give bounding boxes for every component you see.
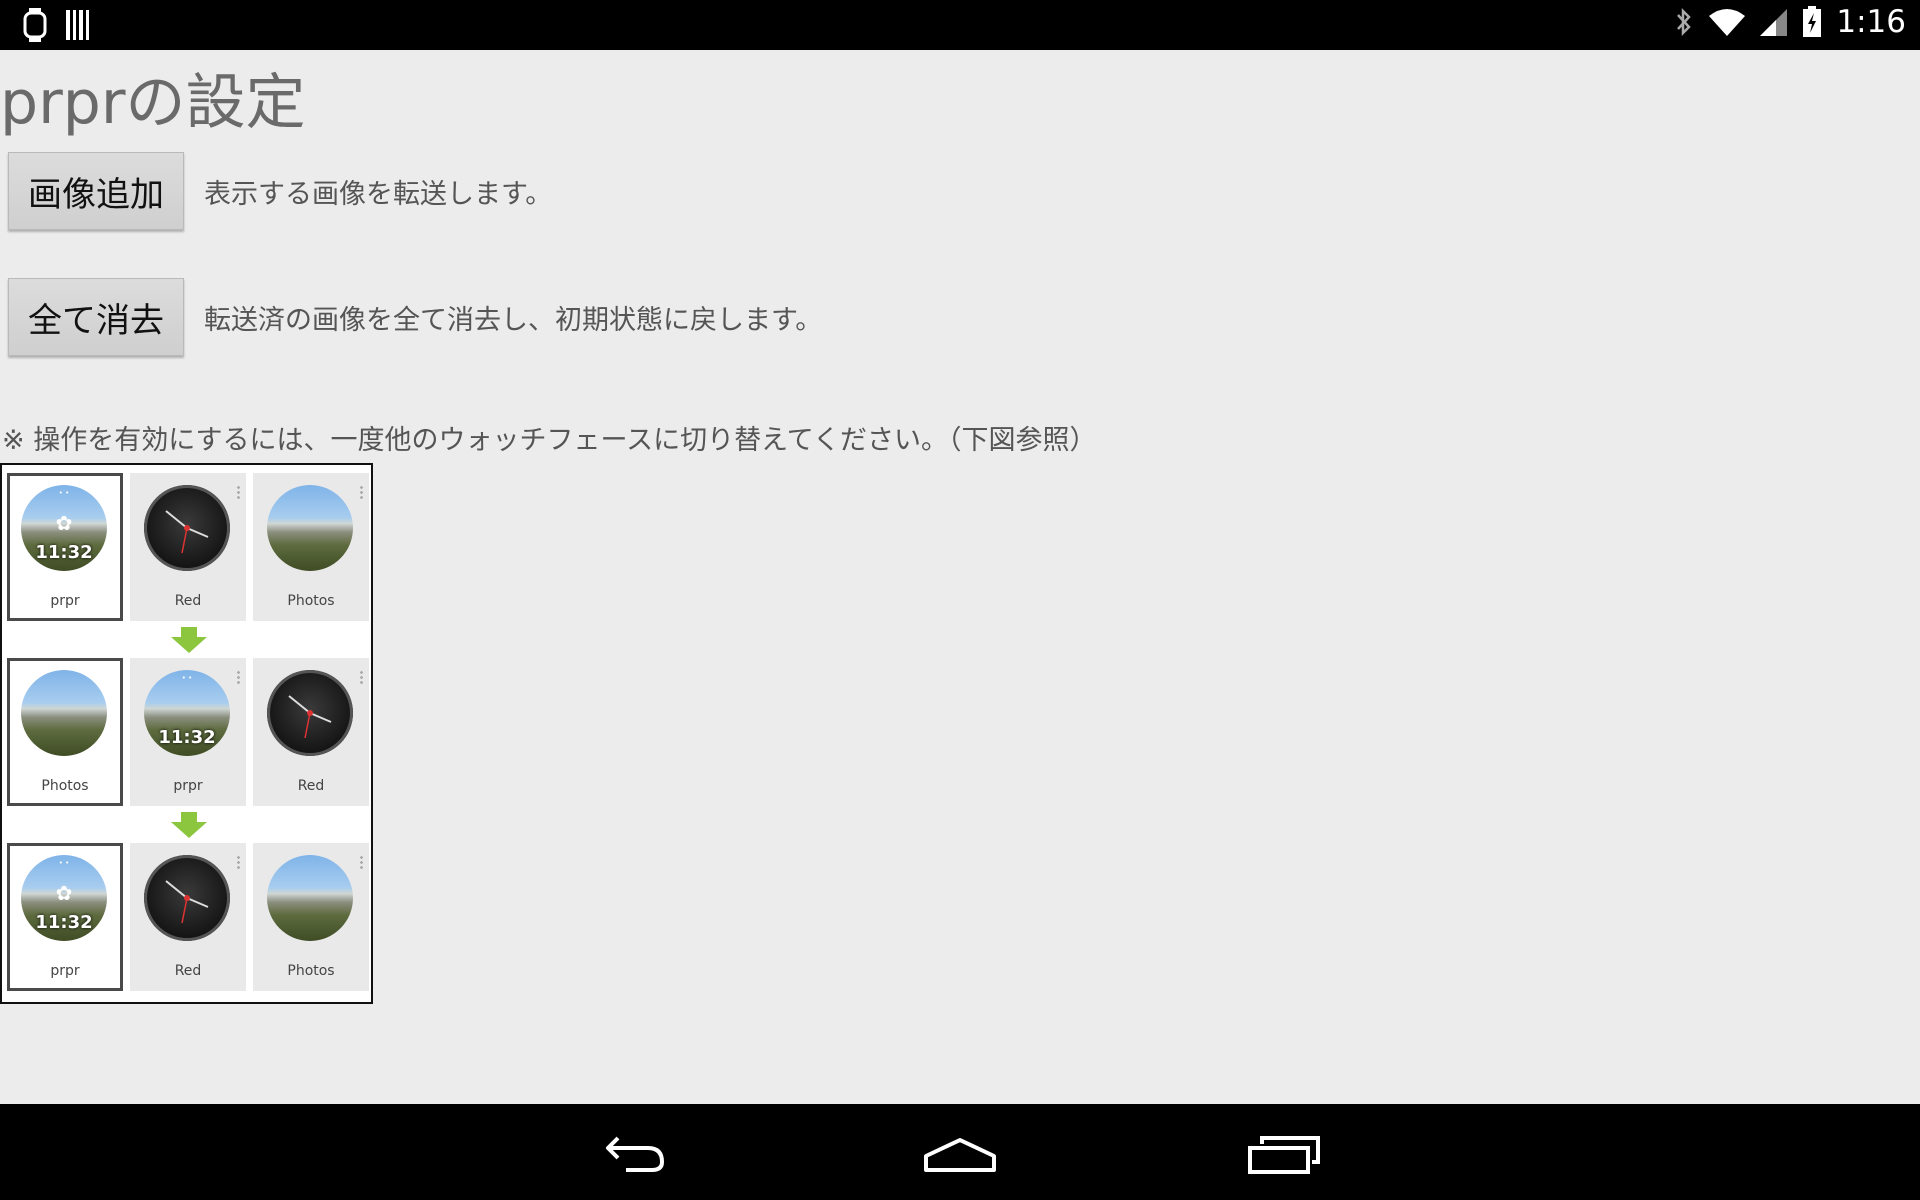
recent-apps-icon[interactable] (1244, 1126, 1324, 1178)
clock-hands-icon (165, 880, 209, 924)
watchface-label: Photos (287, 963, 335, 979)
watchface-label: prpr (173, 778, 203, 794)
clear-all-description: 転送済の画像を全て消去し、初期状態に戻します。 (204, 304, 823, 336)
clear-all-button[interactable]: 全て消去 (8, 278, 184, 356)
watchface-photo-thumbnail (267, 855, 353, 941)
signal-icon (1760, 9, 1788, 36)
overflow-menu-icon (360, 855, 363, 869)
watchface-card: Photos (253, 473, 369, 621)
watchface-time: 11:32 (35, 912, 93, 933)
watchface-time: 11:32 (35, 542, 93, 563)
watchface-card: • • ✿ 11:32 prpr (7, 473, 123, 621)
watchface-label: Photos (41, 778, 89, 794)
analog-watchface-thumbnail (144, 855, 230, 941)
watchface-label: Photos (287, 593, 335, 609)
analog-watchface-thumbnail (267, 670, 353, 756)
watchface-card: • • ✿ 11:32 prpr (7, 843, 123, 991)
clear-all-row: 全て消去 転送済の画像を全て消去し、初期状態に戻します。 (8, 278, 822, 356)
watchface-card: Photos (253, 843, 369, 991)
watchface-photo-thumbnail: • • ✿ 11:32 (21, 855, 107, 941)
watchface-label: prpr (50, 963, 80, 979)
barcode-icon (66, 10, 89, 40)
watchface-label: prpr (50, 593, 80, 609)
instruction-note: ※ 操作を有効にするには、一度他のウォッチフェースに切り替えてください。（下図参… (2, 425, 1097, 456)
watchface-card: Red (130, 473, 246, 621)
watchface-card: Red (253, 658, 369, 806)
page-title: prprの設定 (0, 68, 306, 138)
add-image-row: 画像追加 表示する画像を転送します。 (8, 152, 552, 230)
gear-icon: ✿ (55, 881, 73, 905)
arrow-down-icon (171, 812, 207, 838)
overflow-menu-icon (237, 670, 240, 684)
watchface-card: Photos (7, 658, 123, 806)
watchface-time: 11:32 (158, 727, 216, 748)
watchface-label: Red (174, 963, 202, 979)
clock-hands-icon (288, 695, 332, 739)
status-bar: 1:16 (0, 0, 1920, 50)
add-image-description: 表示する画像を転送します。 (204, 178, 553, 210)
overflow-menu-icon (360, 485, 363, 499)
battery-charging-icon (1803, 6, 1822, 37)
watchface-photo-thumbnail (21, 670, 107, 756)
back-icon[interactable] (596, 1126, 676, 1178)
clock-hands-icon (165, 510, 209, 554)
overflow-menu-icon (237, 855, 240, 869)
overflow-menu-icon (237, 485, 240, 499)
home-icon[interactable] (920, 1126, 1000, 1178)
arrow-down-icon (171, 627, 207, 653)
bluetooth-icon (1677, 7, 1692, 37)
watchface-card: • • 11:32 prpr (130, 658, 246, 806)
watchface-label: Red (297, 778, 325, 794)
wifi-icon (1709, 9, 1746, 36)
watchface-photo-thumbnail (267, 485, 353, 571)
add-image-button[interactable]: 画像追加 (8, 152, 184, 230)
watchface-switch-illustration: • • ✿ 11:32 prpr Red Photos Photos • • 1… (0, 463, 373, 1004)
watchface-card: Red (130, 843, 246, 991)
watchface-photo-thumbnail: • • ✿ 11:32 (21, 485, 107, 571)
watchface-photo-thumbnail: • • 11:32 (144, 670, 230, 756)
watch-icon (23, 8, 47, 42)
clock: 1:16 (1836, 4, 1906, 40)
gear-icon: ✿ (55, 511, 73, 535)
analog-watchface-thumbnail (144, 485, 230, 571)
watchface-label: Red (174, 593, 202, 609)
overflow-menu-icon (360, 670, 363, 684)
navigation-bar (0, 1104, 1920, 1200)
